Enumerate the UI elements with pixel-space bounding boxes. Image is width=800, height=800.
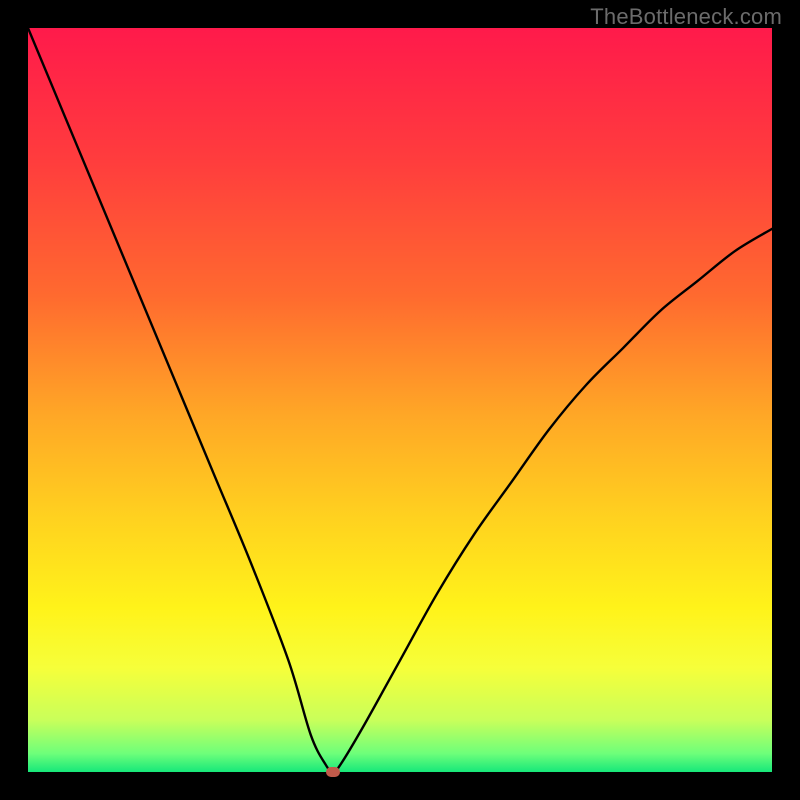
chart-frame: TheBottleneck.com bbox=[0, 0, 800, 800]
bottleneck-plot bbox=[28, 28, 772, 772]
optimal-point-marker bbox=[326, 767, 340, 777]
watermark-text: TheBottleneck.com bbox=[590, 4, 782, 30]
